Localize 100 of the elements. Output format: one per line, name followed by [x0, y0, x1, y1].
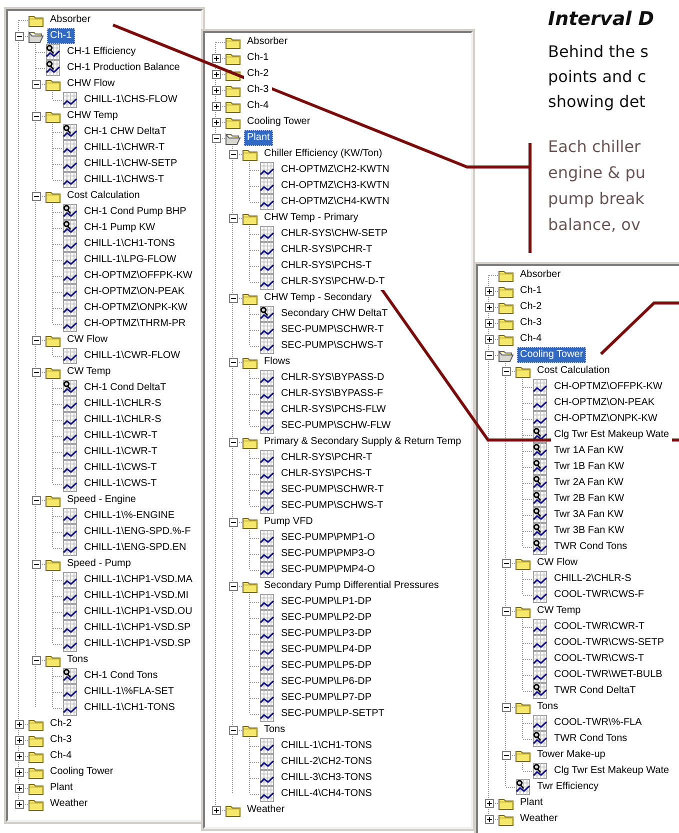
collapse-toggle[interactable] [502, 702, 510, 712]
expand-toggle[interactable] [14, 720, 24, 728]
collapse-toggle[interactable] [228, 294, 238, 302]
trend-chart-icon [62, 92, 78, 108]
folder-icon [225, 35, 241, 49]
expand-toggle[interactable] [212, 86, 220, 94]
trend-chart-icon [259, 370, 275, 386]
collapse-toggle[interactable] [212, 134, 220, 142]
trend-chart-icon [62, 540, 78, 556]
expand-toggle[interactable] [14, 800, 24, 808]
trend-chart-icon [259, 770, 275, 786]
trend-chart-icon [259, 178, 275, 194]
folder-icon [242, 435, 258, 449]
section-heading: Interval D [548, 7, 654, 32]
tree-item[interactable]: Ch-1 [47, 28, 75, 44]
collapse-toggle[interactable] [32, 80, 40, 88]
folder-icon [242, 291, 258, 305]
collapse-toggle[interactable] [228, 438, 238, 446]
trend-chart-icon [259, 386, 275, 402]
trend-chart-icon [62, 508, 78, 524]
collapse-toggle[interactable] [32, 368, 40, 376]
trend-chart-icon [62, 236, 78, 252]
trend-chart-icon [532, 635, 548, 651]
trend-chart-icon [62, 252, 78, 268]
collapse-toggle[interactable] [32, 336, 40, 344]
chart-magnifier-icon [532, 459, 548, 475]
trend-chart-icon [259, 258, 275, 274]
expand-toggle[interactable] [14, 784, 24, 792]
expand-toggle[interactable] [484, 814, 494, 824]
collapse-toggle[interactable] [14, 32, 24, 40]
collapse-toggle[interactable] [502, 606, 510, 616]
folder-icon [498, 796, 514, 810]
collapse-toggle[interactable] [32, 656, 40, 664]
trend-chart-icon [259, 594, 275, 610]
trend-chart-icon [259, 450, 275, 466]
folder-icon [28, 765, 44, 779]
chart-magnifier-icon [532, 683, 548, 699]
chart-magnifier-icon [532, 539, 548, 555]
collapse-toggle[interactable] [502, 750, 510, 760]
trend-chart-icon [62, 284, 78, 300]
trend-chart-icon [532, 587, 548, 603]
collapse-toggle[interactable] [32, 112, 40, 120]
trend-chart-icon [259, 562, 275, 578]
trend-chart-icon [259, 498, 275, 514]
trend-chart-icon [259, 402, 275, 418]
trend-chart-icon [259, 226, 275, 242]
expand-toggle[interactable] [212, 118, 220, 126]
collapse-toggle[interactable] [502, 558, 510, 568]
trend-chart-icon [62, 572, 78, 588]
expand-toggle[interactable] [14, 752, 24, 760]
trend-chart-icon [62, 412, 78, 428]
expand-toggle[interactable] [212, 54, 220, 62]
folder-icon [498, 812, 514, 826]
folder-icon [45, 557, 61, 571]
folder-icon [225, 51, 241, 65]
collapse-toggle[interactable] [32, 560, 40, 568]
trend-chart-icon [259, 626, 275, 642]
trend-chart-icon [259, 786, 275, 802]
trend-chart-icon [259, 738, 275, 754]
trend-chart-icon [62, 620, 78, 636]
trend-chart-icon [62, 444, 78, 460]
folder-icon [242, 211, 258, 225]
folder-icon [28, 717, 44, 731]
intro-paragraph: Behind the s points and c showing det [548, 41, 650, 113]
folder-icon [28, 733, 44, 747]
collapse-toggle[interactable] [228, 214, 238, 222]
collapse-toggle[interactable] [228, 358, 238, 366]
folder-icon [28, 749, 44, 763]
chart-magnifier-icon [532, 443, 548, 459]
chart-magnifier-icon [515, 779, 531, 795]
collapse-toggle[interactable] [228, 726, 238, 734]
folder-icon [515, 556, 531, 570]
folder-icon [242, 579, 258, 593]
trend-chart-icon [62, 524, 78, 540]
trend-chart-icon [259, 658, 275, 674]
trend-chart-icon [259, 274, 275, 290]
collapse-toggle[interactable] [32, 496, 40, 504]
chart-magnifier-icon [532, 475, 548, 491]
folder-icon [225, 99, 241, 113]
trend-chart-icon [259, 754, 275, 770]
trend-chart-icon [62, 460, 78, 476]
folder-icon [45, 109, 61, 123]
collapse-toggle[interactable] [228, 150, 238, 158]
trend-chart-icon [62, 156, 78, 172]
collapse-toggle[interactable] [228, 582, 238, 590]
trend-chart-icon [62, 300, 78, 316]
expand-toggle[interactable] [212, 70, 220, 78]
expand-toggle[interactable] [212, 102, 220, 110]
expand-toggle[interactable] [14, 768, 24, 776]
trend-chart-icon [259, 418, 275, 434]
expand-toggle[interactable] [212, 806, 220, 814]
tree-item[interactable]: Plant [244, 130, 273, 146]
collapse-toggle[interactable] [228, 518, 238, 526]
collapse-toggle[interactable] [32, 192, 40, 200]
expand-toggle[interactable] [484, 798, 494, 808]
trend-chart-icon [62, 684, 78, 700]
folder-icon [242, 723, 258, 737]
trend-chart-icon [259, 530, 275, 546]
folder-icon [45, 77, 61, 91]
expand-toggle[interactable] [14, 736, 24, 744]
